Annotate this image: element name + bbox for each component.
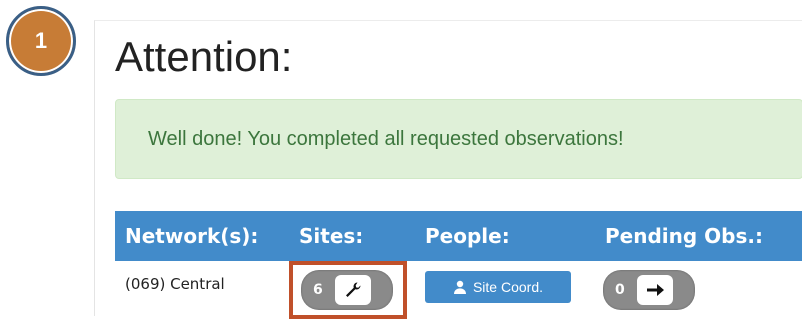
- go-pending-button[interactable]: [637, 275, 673, 305]
- site-coord-button[interactable]: Site Coord.: [425, 271, 571, 303]
- table-header: Network(s): Sites: People: Pending Obs.:: [115, 211, 802, 261]
- site-coord-label: Site Coord.: [472, 279, 544, 295]
- sites-count: 6: [313, 282, 323, 298]
- header-pending-obs: Pending Obs.:: [605, 224, 763, 248]
- arrow-right-icon: [647, 284, 664, 296]
- attention-panel: Attention: Well done! You completed all …: [94, 20, 802, 319]
- person-icon: [453, 280, 467, 294]
- network-name: (069) Central: [125, 275, 225, 293]
- success-alert-message: Well done! You completed all requested o…: [148, 127, 624, 150]
- sites-button-group[interactable]: 6: [301, 270, 393, 310]
- step-number-badge: 1: [6, 6, 76, 76]
- edit-sites-button[interactable]: [335, 275, 371, 305]
- header-people: People:: [425, 224, 510, 248]
- pending-obs-button-group[interactable]: 0: [603, 270, 695, 310]
- wrench-icon: [346, 282, 361, 297]
- success-alert: Well done! You completed all requested o…: [115, 99, 802, 179]
- page-title: Attention:: [115, 33, 293, 80]
- header-networks: Network(s):: [125, 224, 259, 248]
- table-row: (069) Central 6 Site Coord. 0: [115, 261, 802, 319]
- pending-count: 0: [615, 282, 625, 298]
- header-sites: Sites:: [299, 224, 364, 248]
